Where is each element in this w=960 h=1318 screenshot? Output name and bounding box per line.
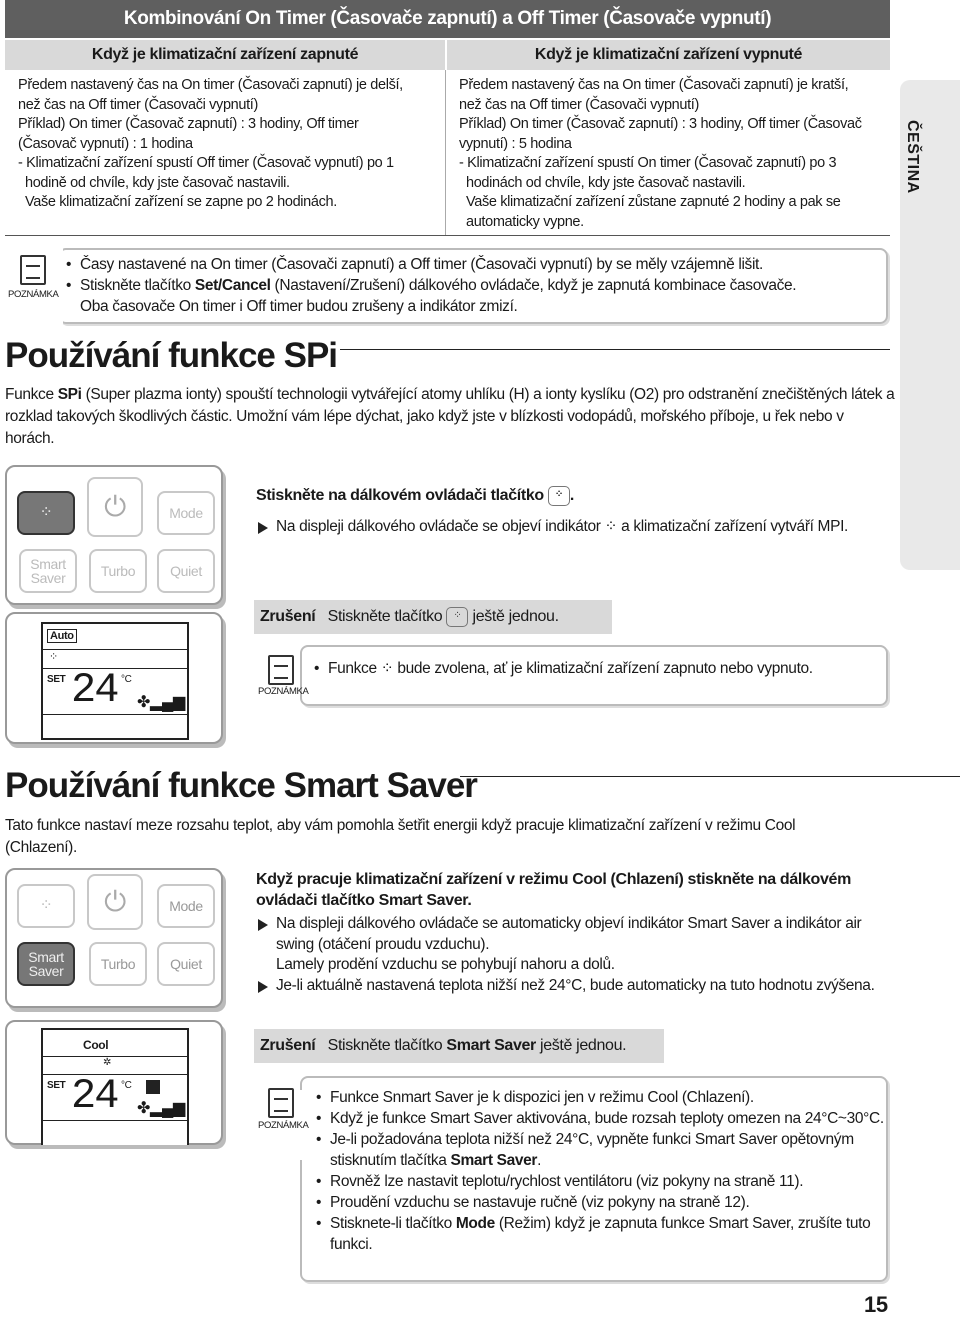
- note-label: POZNÁMKA: [8, 289, 59, 300]
- note-icon: [268, 655, 294, 685]
- temperature-display: 24: [71, 666, 119, 714]
- set-label: SET: [47, 1080, 66, 1091]
- mode-button[interactable]: Mode: [157, 884, 215, 928]
- note-item: Proudění vzduchu se nastavuje ručně (viz…: [314, 1192, 884, 1213]
- note-item: Stisknete-li tlačítko Mode (Režim) když …: [314, 1213, 884, 1255]
- line: než čas na Off timer (Časovači vypnutí): [459, 96, 699, 113]
- air-swing-icon: [146, 1080, 160, 1094]
- remote-buttons: ⁘ ⏻ Mode Smart Saver Turbo Quiet: [5, 465, 223, 605]
- unit-label: °C: [121, 674, 132, 685]
- remote-display: Auto ⁘ SET 24 °C ✤▂▄▆: [5, 612, 223, 744]
- line: Vaše klimatizační zařízení zůstane zapnu…: [466, 194, 841, 210]
- turbo-button[interactable]: Turbo: [89, 549, 147, 593]
- note-label: POZNÁMKA: [258, 1120, 309, 1131]
- smart-saver-cancel: Zrušení Stiskněte tlačítko Smart Saver j…: [254, 1029, 664, 1063]
- spi-step: Stiskněte na dálkovém ovládači tlačítko …: [256, 486, 575, 506]
- unit-label: °C: [121, 1080, 132, 1091]
- note-icon: [20, 255, 46, 285]
- line: automaticky vypne.: [466, 213, 584, 230]
- note-item: Je-li požadována teplota nižší než 24°C,…: [314, 1129, 884, 1171]
- spi-note-list: Funkce ⁘ bude zvolena, ať je klimatizačn…: [312, 658, 882, 679]
- note-item: Když je funkce Smart Saver aktivována, b…: [314, 1108, 884, 1129]
- table-bottom-rule: [5, 235, 890, 236]
- line: Vaše klimatizační zařízení se zapne po 2…: [25, 194, 337, 210]
- quiet-button[interactable]: Quiet: [157, 549, 215, 593]
- line: Předem nastavený čas na On timer (Časova…: [459, 77, 849, 93]
- smart-saver-indicator-icon: ✲: [103, 1057, 112, 1068]
- page-number: 15: [864, 1292, 888, 1317]
- right-header: Když je klimatizační zařízení vypnuté: [447, 40, 890, 70]
- note-icon: [268, 1088, 294, 1118]
- power-button[interactable]: ⏻: [87, 874, 143, 930]
- result-item: Je-li aktuálně nastavená teplota nižší n…: [256, 976, 876, 997]
- note-item: Funkce ⁘ bude zvolena, ať je klimatizačn…: [312, 658, 882, 679]
- note-item: Stiskněte tlačítko Set/Cancel (Nastavení…: [64, 275, 884, 317]
- lcd-screen: Auto ⁘ SET 24 °C ✤▂▄▆: [41, 622, 189, 740]
- fan-icon: ✤▂▄▆: [137, 1100, 185, 1117]
- temperature-display: 24: [71, 1072, 119, 1120]
- note-label: POZNÁMKA: [258, 686, 309, 697]
- spi-indicator-icon: ⁘: [380, 660, 394, 677]
- table-title: Kombinování On Timer (Časovače zapnutí) …: [5, 0, 890, 38]
- right-column: Předem nastavený čas na On timer (Časova…: [459, 76, 889, 232]
- line: (Časovač vypnutí) : 1 hodina: [18, 135, 193, 152]
- note-item: Funkce Snmart Saver je k dispozici jen v…: [314, 1087, 884, 1108]
- line: hodinách od chvíle, kdy jste časovač nas…: [466, 174, 746, 191]
- line: Příklad) On timer (Časovač zapnutí) : 3 …: [459, 116, 862, 132]
- cool-mode-indicator: Cool: [83, 1038, 109, 1052]
- title-rule: [460, 776, 960, 777]
- smart-saver-step: Když pracuje klimatizační zařízení v rež…: [256, 871, 851, 909]
- line: Příklad) On timer (Časovač zapnutí) : 3 …: [18, 116, 359, 132]
- spi-indicator-icon: ⁘: [49, 651, 58, 663]
- mode-button[interactable]: Mode: [157, 491, 215, 535]
- smart-saver-result-list: Na displeji dálkového ovládače se automa…: [256, 914, 876, 996]
- power-button[interactable]: ⏻: [87, 477, 143, 537]
- quiet-button[interactable]: Quiet: [157, 942, 215, 986]
- spi-description: Funkce SPi (Super plazma ionty) spouští …: [5, 386, 895, 447]
- fan-icon: ✤▂▄▆: [137, 694, 185, 711]
- smart-saver-note-list: Funkce Snmart Saver je k dispozici jen v…: [314, 1087, 884, 1255]
- note-item: Časy nastavené na On timer (Časovači zap…: [64, 254, 884, 275]
- turbo-button[interactable]: Turbo: [89, 942, 147, 986]
- spi-indicator-icon: ⁘: [604, 518, 618, 535]
- line: než čas na Off timer (Časovači vypnutí): [18, 96, 258, 113]
- note-list: Časy nastavené na On timer (Časovači zap…: [64, 254, 884, 317]
- line: - Klimatizační zařízení spustí Off timer…: [18, 155, 394, 171]
- spi-button-icon: ⁘: [446, 606, 469, 627]
- line: hodině od chvíle, kdy jste časovač nasta…: [25, 174, 290, 191]
- spi-result-list: Na displeji dálkového ovládače se objeví…: [256, 517, 876, 538]
- line: Předem nastavený čas na On timer (Časova…: [18, 77, 403, 93]
- line: - Klimatizační zařízení spustí On timer …: [459, 155, 837, 171]
- lcd-screen: Cool ✲ SET 24 °C ✤▂▄▆: [41, 1028, 189, 1145]
- spi-cancel: Zrušení Stiskněte tlačítko ⁘ ještě jedno…: [254, 600, 612, 634]
- section-title-smart-saver: Používání funkce Smart Saver: [5, 766, 478, 805]
- note-item: Rovněž lze nastavit teplotu/rychlost ven…: [314, 1171, 884, 1192]
- auto-mode-indicator: Auto: [47, 629, 77, 643]
- line: vypnutí) : 5 hodina: [459, 135, 572, 152]
- smart-saver-button[interactable]: Smart Saver: [19, 549, 77, 593]
- section-title-spi: Používání funkce SPi: [5, 336, 338, 375]
- left-column: Předem nastavený čas na On timer (Časova…: [18, 76, 443, 213]
- spi-button[interactable]: ⁘: [17, 884, 75, 928]
- left-header: Když je klimatizační zařízení zapnuté: [5, 40, 445, 70]
- smart-saver-button[interactable]: Smart Saver: [17, 942, 75, 986]
- column-divider: [445, 70, 446, 236]
- title-rule: [340, 349, 890, 350]
- spi-button-icon: ⁘: [547, 486, 570, 506]
- spi-button[interactable]: ⁘: [17, 491, 75, 535]
- remote-display: Cool ✲ SET 24 °C ✤▂▄▆: [5, 1020, 223, 1145]
- remote-buttons: ⁘ ⏻ Mode Smart Saver Turbo Quiet: [5, 868, 223, 1008]
- smart-saver-description: Tato funkce nastaví meze rozsahu teplot,…: [5, 817, 796, 856]
- language-tab-label: ČEŠTINA: [904, 120, 921, 194]
- result-item: Na displeji dálkového ovládače se automa…: [256, 914, 876, 976]
- spi-result: Na displeji dálkového ovládače se objeví…: [256, 517, 876, 538]
- set-label: SET: [47, 674, 66, 685]
